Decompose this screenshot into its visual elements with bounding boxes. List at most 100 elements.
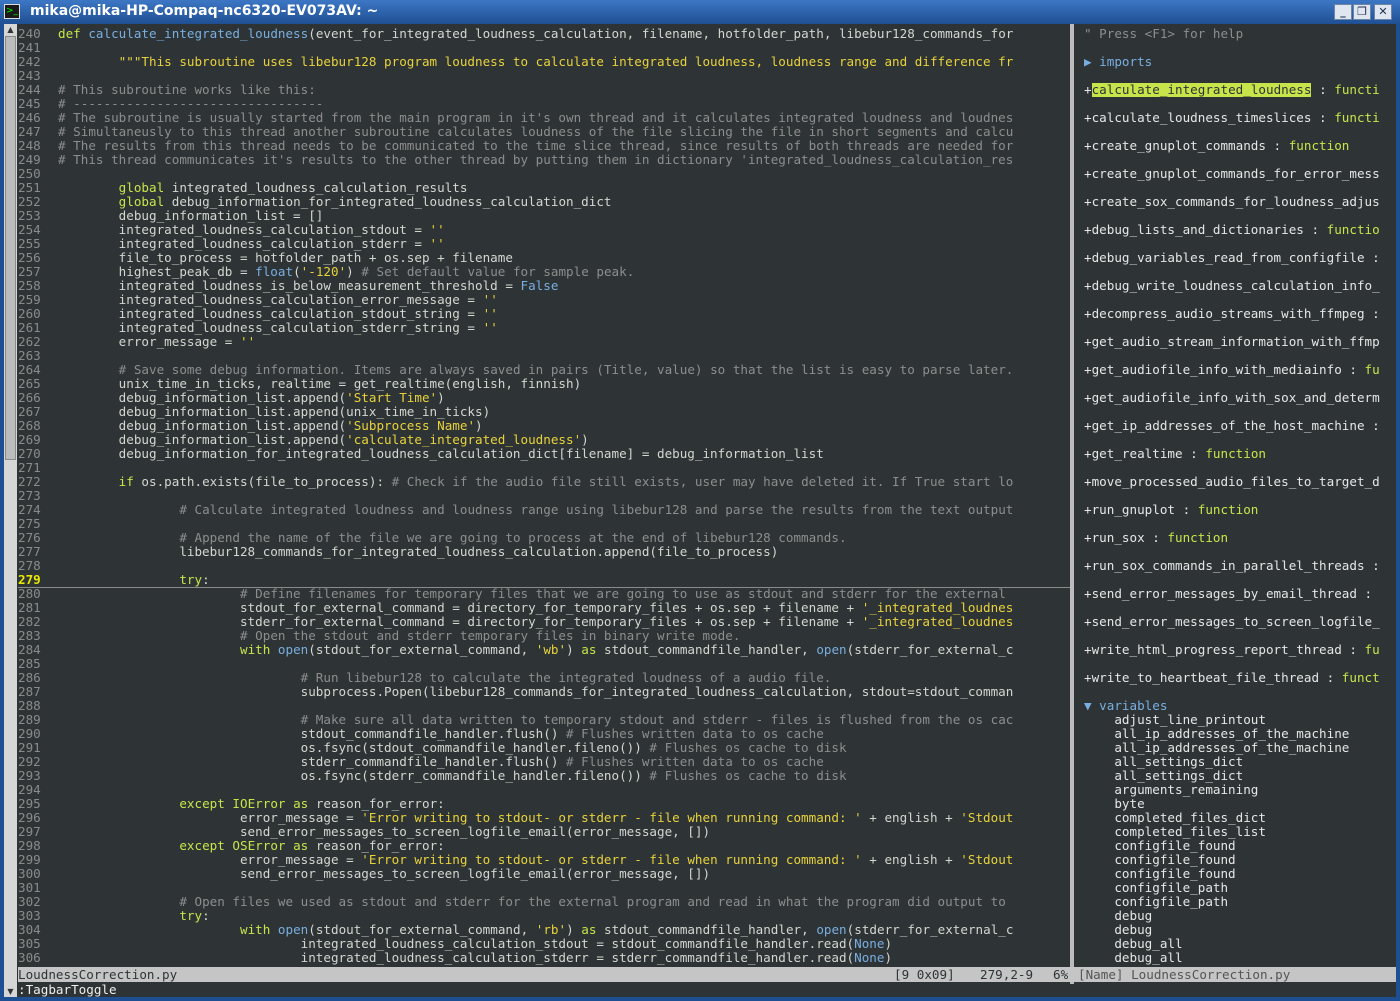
code-line[interactable]: 240 def calculate_integrated_loudness(eve… (18, 27, 1070, 41)
code-line[interactable]: 306 integrated_loudness_calculation_stde… (18, 951, 1070, 965)
code-line[interactable]: 249 # This thread communicates it's resul… (18, 153, 1070, 167)
tagbar-item[interactable]: completed_files_dict (1084, 811, 1396, 825)
tagbar-item[interactable]: configfile_found (1084, 853, 1396, 867)
code-line[interactable]: 275 (18, 517, 1070, 531)
tagbar-item[interactable] (1084, 265, 1396, 279)
vim-editor-pane[interactable]: 240 def calculate_integrated_loudness(eve… (18, 24, 1070, 970)
tagbar-item[interactable] (1084, 545, 1396, 559)
tagbar-item[interactable]: +send_error_messages_by_email_thread : (1084, 587, 1396, 601)
code-line[interactable]: 260 integrated_loudness_calculation_stdo… (18, 307, 1070, 321)
code-line[interactable]: 285 (18, 657, 1070, 671)
code-line[interactable]: 287 subprocess.Popen(libebur128_commands… (18, 685, 1070, 699)
tagbar-item[interactable] (1084, 209, 1396, 223)
window-titlebar[interactable]: >_ mika@mika-HP-Compaq-nc6320-EV073AV: ~… (0, 0, 1400, 24)
tagbar-item[interactable]: configfile_found (1084, 839, 1396, 853)
tagbar-item[interactable] (1084, 489, 1396, 503)
tagbar-item[interactable]: +run_gnuplot : function (1084, 503, 1396, 517)
tagbar-item[interactable] (1084, 153, 1396, 167)
code-line[interactable]: 296 error_message = 'Error writing to st… (18, 811, 1070, 825)
code-line[interactable]: 290 stdout_commandfile_handler.flush() #… (18, 727, 1070, 741)
code-line[interactable]: 304 with open(stdout_for_external_comman… (18, 923, 1070, 937)
code-line[interactable]: 277 libebur128_commands_for_integrated_l… (18, 545, 1070, 559)
code-line[interactable]: 273 (18, 489, 1070, 503)
tagbar-item[interactable]: +run_sox_commands_in_parallel_threads : (1084, 559, 1396, 573)
command-line[interactable]: :TagbarToggle (18, 982, 1396, 997)
tagbar-item[interactable]: +get_audiofile_info_with_sox_and_determ (1084, 391, 1396, 405)
code-line[interactable]: 289 # Make sure all data written to temp… (18, 713, 1070, 727)
code-line[interactable]: 262 error_message = '' (18, 335, 1070, 349)
tagbar-item[interactable] (1084, 517, 1396, 531)
code-line[interactable]: 288 (18, 699, 1070, 713)
code-line[interactable]: 300 send_error_messages_to_screen_logfil… (18, 867, 1070, 881)
code-line[interactable]: 261 integrated_loudness_calculation_stde… (18, 321, 1070, 335)
tagbar-item[interactable]: debug (1084, 909, 1396, 923)
tagbar-item[interactable]: " Press <F1> for help (1084, 27, 1396, 41)
tagbar-item[interactable]: +get_audio_stream_information_with_ffmp (1084, 335, 1396, 349)
code-line[interactable]: 278 (18, 559, 1070, 573)
tagbar-item[interactable]: +get_ip_addresses_of_the_host_machine : (1084, 419, 1396, 433)
code-line[interactable]: 253 debug_information_list = [] (18, 209, 1070, 223)
code-line[interactable]: 294 (18, 783, 1070, 797)
scroll-down-arrow-icon[interactable]: ▼ (4, 986, 17, 997)
minimize-button[interactable]: _ (1334, 4, 1352, 20)
code-line[interactable]: 241 (18, 41, 1070, 55)
close-button[interactable]: ✕ (1374, 4, 1392, 20)
code-line[interactable]: 255 integrated_loudness_calculation_stde… (18, 237, 1070, 251)
tagbar-item[interactable]: +write_to_heartbeat_file_thread : funct (1084, 671, 1396, 685)
tagbar-item[interactable]: all_ip_addresses_of_the_machine (1084, 741, 1396, 755)
tagbar-item[interactable] (1084, 629, 1396, 643)
code-line[interactable]: 301 (18, 881, 1070, 895)
maximize-button[interactable]: ❐ (1353, 4, 1371, 20)
tagbar-item[interactable]: +move_processed_audio_files_to_target_d (1084, 475, 1396, 489)
tagbar-item[interactable]: configfile_path (1084, 895, 1396, 909)
tagbar-item[interactable]: +calculate_loudness_timeslices : functi (1084, 111, 1396, 125)
tagbar-item[interactable]: +run_sox : function (1084, 531, 1396, 545)
scrollbar-thumb[interactable] (5, 36, 16, 460)
tagbar-item[interactable]: +debug_lists_and_dictionaries : functio (1084, 223, 1396, 237)
code-line[interactable]: 248 # The results from this thread needs … (18, 139, 1070, 153)
code-line[interactable]: 305 integrated_loudness_calculation_stdo… (18, 937, 1070, 951)
tagbar-item[interactable]: +create_gnuplot_commands : function (1084, 139, 1396, 153)
code-line[interactable]: 247 # Simultaneusly to this thread anothe… (18, 125, 1070, 139)
code-line[interactable]: 246 # The subroutine is usually started f… (18, 111, 1070, 125)
code-line[interactable]: 295 except IOError as reason_for_error: (18, 797, 1070, 811)
tagbar-item[interactable]: +write_html_progress_report_thread : fu (1084, 643, 1396, 657)
tagbar-item[interactable]: all_ip_addresses_of_the_machine (1084, 727, 1396, 741)
code-line[interactable]: 269 debug_information_list.append('calcu… (18, 433, 1070, 447)
tagbar-item[interactable]: configfile_path (1084, 881, 1396, 895)
code-line[interactable]: 263 (18, 349, 1070, 363)
code-line[interactable]: 271 (18, 461, 1070, 475)
tagbar-item[interactable]: +calculate_integrated_loudness : functi (1084, 83, 1396, 97)
tagbar-item[interactable]: configfile_found (1084, 867, 1396, 881)
tagbar-item[interactable]: adjust_line_printout (1084, 713, 1396, 727)
tagbar-pane[interactable]: " Press <F1> for help ▶ imports +calculate… (1074, 24, 1396, 970)
tagbar-item[interactable]: +get_audiofile_info_with_mediainfo : fu (1084, 363, 1396, 377)
code-line[interactable]: 252 global debug_information_for_integra… (18, 195, 1070, 209)
code-line[interactable]: 280 # Define filenames for temporary fil… (18, 587, 1070, 601)
tagbar-item[interactable]: arguments_remaining (1084, 783, 1396, 797)
tagbar-item[interactable] (1084, 573, 1396, 587)
tagbar-item[interactable] (1084, 405, 1396, 419)
code-line[interactable]: 282 stderr_for_external_command = direct… (18, 615, 1070, 629)
tagbar-item[interactable]: debug_all (1084, 937, 1396, 951)
tagbar-item[interactable] (1084, 377, 1396, 391)
code-line[interactable]: 281 stdout_for_external_command = direct… (18, 601, 1070, 615)
code-line[interactable]: 267 debug_information_list.append(unix_t… (18, 405, 1070, 419)
code-line[interactable]: 274 # Calculate integrated loudness and … (18, 503, 1070, 517)
code-line[interactable]: 297 send_error_messages_to_screen_logfil… (18, 825, 1070, 839)
code-line[interactable]: 266 debug_information_list.append('Start… (18, 391, 1070, 405)
code-line[interactable]: 276 # Append the name of the file we are… (18, 531, 1070, 545)
tagbar-item[interactable]: byte (1084, 797, 1396, 811)
tagbar-item[interactable]: +debug_variables_read_from_configfile : (1084, 251, 1396, 265)
code-line[interactable]: 254 integrated_loudness_calculation_stdo… (18, 223, 1070, 237)
tagbar-item[interactable]: debug_all (1084, 951, 1396, 965)
tagbar-item[interactable] (1084, 69, 1396, 83)
code-line[interactable]: 259 integrated_loudness_calculation_erro… (18, 293, 1070, 307)
code-line[interactable]: 302 # Open files we used as stdout and s… (18, 895, 1070, 909)
tagbar-item[interactable] (1084, 657, 1396, 671)
code-line[interactable]: 243 (18, 69, 1070, 83)
tagbar-item[interactable] (1084, 349, 1396, 363)
tagbar-item[interactable] (1084, 685, 1396, 699)
code-line[interactable]: 292 stderr_commandfile_handler.flush() #… (18, 755, 1070, 769)
tagbar-item[interactable]: completed_files_list (1084, 825, 1396, 839)
